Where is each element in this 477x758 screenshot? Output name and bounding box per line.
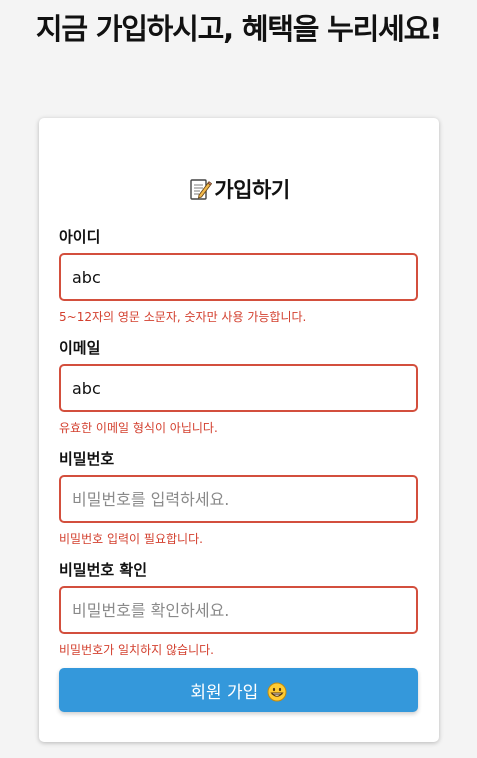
password-confirm-label: 비밀번호 확인	[59, 561, 148, 579]
email-label: 이메일	[59, 339, 101, 357]
password-error: 비밀번호 입력이 필요합니다.	[59, 532, 203, 546]
password-label: 비밀번호	[59, 450, 115, 468]
signup-title: 가입하기	[39, 174, 439, 204]
page-headline: 지금 가입하시고, 혜택을 누리세요!	[35, 12, 442, 46]
password-confirm-error: 비밀번호가 일치하지 않습니다.	[59, 643, 214, 657]
username-error: 5~12자의 영문 소문자, 숫자만 사용 가능합니다.	[59, 310, 307, 324]
signup-card: 가입하기 아이디 5~12자의 영문 소문자, 숫자만 사용 가능합니다. 이메…	[39, 118, 439, 742]
username-input[interactable]	[59, 253, 418, 301]
signup-title-text: 가입하기	[214, 178, 290, 202]
signup-submit-button[interactable]: 회원 가입	[59, 668, 418, 712]
username-label: 아이디	[59, 228, 101, 246]
password-confirm-input[interactable]	[59, 586, 418, 634]
email-input[interactable]	[59, 364, 418, 412]
signup-submit-label: 회원 가입	[190, 682, 259, 703]
password-input[interactable]	[59, 475, 418, 523]
email-error: 유효한 이메일 형식이 아닙니다.	[59, 421, 218, 435]
grinning-face-icon	[267, 682, 287, 702]
memo-icon	[188, 177, 213, 201]
